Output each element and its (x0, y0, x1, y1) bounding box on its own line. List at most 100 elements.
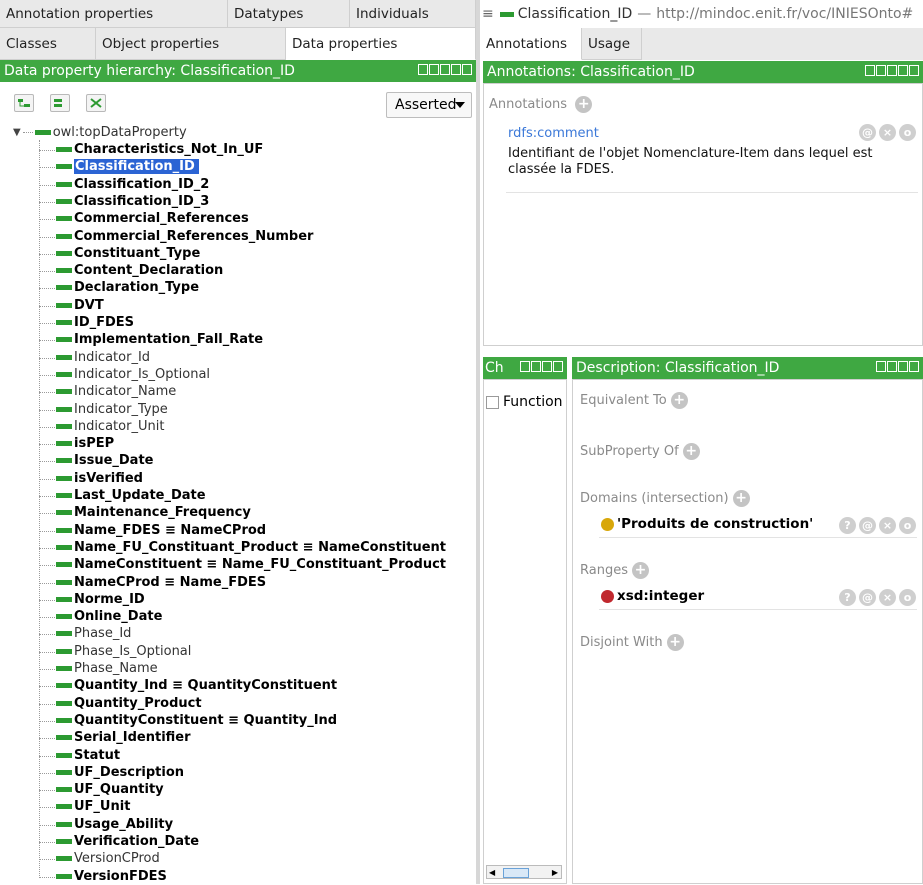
panel-window-controls[interactable] (418, 64, 472, 75)
tree-item[interactable]: Indicator_Unit (56, 418, 164, 435)
tree-item[interactable]: Classification_ID_2 (56, 176, 209, 193)
tree-item[interactable]: Issue_Date (56, 452, 153, 469)
checkbox-icon[interactable] (486, 395, 499, 409)
tree-connector (39, 392, 55, 394)
tree-item[interactable]: Classification_ID (56, 158, 199, 175)
tree-item[interactable]: isPEP (56, 435, 114, 452)
tree-item[interactable]: Indicator_Type (56, 401, 168, 418)
tree-item[interactable]: Implementation_Fall_Rate (56, 331, 263, 348)
tree-item[interactable]: Indicator_Is_Optional (56, 366, 210, 383)
disjoint-with-section: Disjoint With + (580, 634, 684, 651)
domain-entry[interactable]: 'Produits de construction' (601, 516, 813, 532)
horizontal-scrollbar[interactable]: ◀ ▶ (486, 865, 562, 879)
tree-item[interactable]: Declaration_Type (56, 279, 199, 296)
characteristics-header: Ch (483, 357, 567, 379)
delete-icon[interactable]: × (879, 124, 896, 141)
tree-item[interactable]: Phase_Is_Optional (56, 643, 191, 660)
tab-data-properties[interactable]: Data properties (286, 28, 476, 60)
edit-icon[interactable]: o (899, 517, 916, 534)
add-sub-property-button[interactable] (14, 94, 34, 112)
tree-item[interactable]: VersionFDES (56, 868, 167, 885)
annotation-property[interactable]: rdfs:comment (508, 126, 599, 141)
delete-icon[interactable]: × (879, 589, 896, 606)
tab-annotation-properties[interactable]: Annotation properties (0, 0, 228, 28)
tree-item-label: Indicator_Id (74, 349, 151, 365)
tab-individuals[interactable]: Individuals (350, 0, 476, 28)
tree-root[interactable]: ▼ owl:topDataProperty (13, 124, 187, 141)
tree-item[interactable]: Commercial_References_Number (56, 228, 313, 245)
tab-classes[interactable]: Classes (0, 28, 96, 60)
tree-item[interactable]: isVerified (56, 470, 143, 487)
delete-property-button[interactable] (86, 94, 106, 112)
tab-datatypes[interactable]: Datatypes (228, 0, 350, 28)
tree-item[interactable]: Phase_Id (56, 625, 131, 642)
tree-item[interactable]: QuantityConstituent ≡ Quantity_Ind (56, 712, 337, 729)
panel-window-controls[interactable] (876, 361, 919, 372)
panel-window-controls[interactable] (520, 361, 563, 372)
tree-item[interactable]: Name_FU_Constituant_Product ≡ NameConsti… (56, 539, 446, 556)
tree-item[interactable]: Online_Date (56, 608, 162, 625)
tree-item[interactable]: DVT (56, 297, 104, 314)
tree-item[interactable]: UF_Unit (56, 798, 130, 815)
data-property-icon (499, 11, 514, 17)
tree-connector (39, 340, 55, 342)
scroll-left-icon[interactable]: ◀ (489, 868, 495, 877)
tab-object-properties[interactable]: Object properties (96, 28, 286, 60)
tree-item-label: Implementation_Fall_Rate (74, 332, 264, 348)
tree-item[interactable]: Statut (56, 747, 120, 764)
add-subproperty-button[interactable]: + (682, 443, 700, 460)
tree-item[interactable]: Name_FDES ≡ NameCProd (56, 522, 266, 539)
delete-icon[interactable]: × (879, 517, 896, 534)
asserted-dropdown[interactable]: Asserted (386, 92, 472, 118)
tree-item[interactable]: Usage_Ability (56, 816, 173, 833)
split-divider[interactable] (476, 0, 480, 884)
tree-item[interactable]: Quantity_Ind ≡ QuantityConstituent (56, 677, 337, 694)
tree-item[interactable]: Quantity_Product (56, 695, 202, 712)
annotate-icon[interactable]: @ (859, 517, 876, 534)
panel-window-controls[interactable] (865, 65, 919, 76)
range-entry[interactable]: xsd:integer (601, 588, 704, 604)
tree-item[interactable]: Last_Update_Date (56, 487, 206, 504)
functional-checkbox[interactable]: Function (486, 394, 563, 410)
tree-item[interactable]: Phase_Name (56, 660, 158, 677)
tree-item[interactable]: Norme_ID (56, 591, 145, 608)
annotate-icon[interactable]: @ (859, 589, 876, 606)
add-sibling-property-button[interactable] (50, 94, 70, 112)
edit-icon[interactable]: o (899, 124, 916, 141)
add-equivalent-button[interactable]: + (670, 392, 688, 409)
tree-connector (39, 219, 55, 221)
scrollbar-thumb[interactable] (503, 868, 529, 878)
tree-item[interactable]: Serial_Identifier (56, 729, 191, 746)
annotate-icon[interactable]: @ (859, 124, 876, 141)
add-domain-button[interactable]: + (732, 490, 750, 507)
tree-item[interactable]: VersionCProd (56, 850, 160, 867)
tree-item[interactable]: UF_Quantity (56, 781, 164, 798)
tree-item[interactable]: Content_Declaration (56, 262, 223, 279)
scroll-right-icon[interactable]: ▶ (552, 868, 558, 877)
explain-icon[interactable]: ? (839, 517, 856, 534)
tree-item[interactable]: NameConstituent ≡ Name_FU_Constituant_Pr… (56, 556, 446, 573)
tree-item[interactable]: Indicator_Id (56, 349, 150, 366)
tree-item-label: NameCProd ≡ Name_FDES (74, 574, 267, 590)
tree-item[interactable]: Characteristics_Not_In_UF (56, 141, 263, 158)
tree-item[interactable]: ID_FDES (56, 314, 134, 331)
tree-connector (39, 703, 55, 705)
menu-icon[interactable]: ≡ (482, 6, 494, 22)
tree-item[interactable]: NameCProd ≡ Name_FDES (56, 574, 266, 591)
tree-item[interactable]: Indicator_Name (56, 383, 176, 400)
add-range-button[interactable]: + (631, 562, 649, 579)
tree-item[interactable]: Maintenance_Frequency (56, 504, 251, 521)
tree-item[interactable]: Classification_ID_3 (56, 193, 209, 210)
edit-icon[interactable]: o (899, 589, 916, 606)
add-disjoint-button[interactable]: + (666, 634, 684, 651)
tree-item[interactable]: Commercial_References (56, 210, 249, 227)
tab-annotations[interactable]: Annotations (480, 28, 582, 60)
tree-item[interactable]: Verification_Date (56, 833, 199, 850)
expand-toggle-icon[interactable]: ▼ (13, 127, 21, 138)
tab-usage[interactable]: Usage (582, 28, 642, 60)
tree-item[interactable]: Constituant_Type (56, 245, 200, 262)
tree-item[interactable]: UF_Description (56, 764, 184, 781)
data-property-icon (56, 648, 72, 654)
add-annotation-button[interactable]: + (575, 96, 593, 113)
explain-icon[interactable]: ? (839, 589, 856, 606)
